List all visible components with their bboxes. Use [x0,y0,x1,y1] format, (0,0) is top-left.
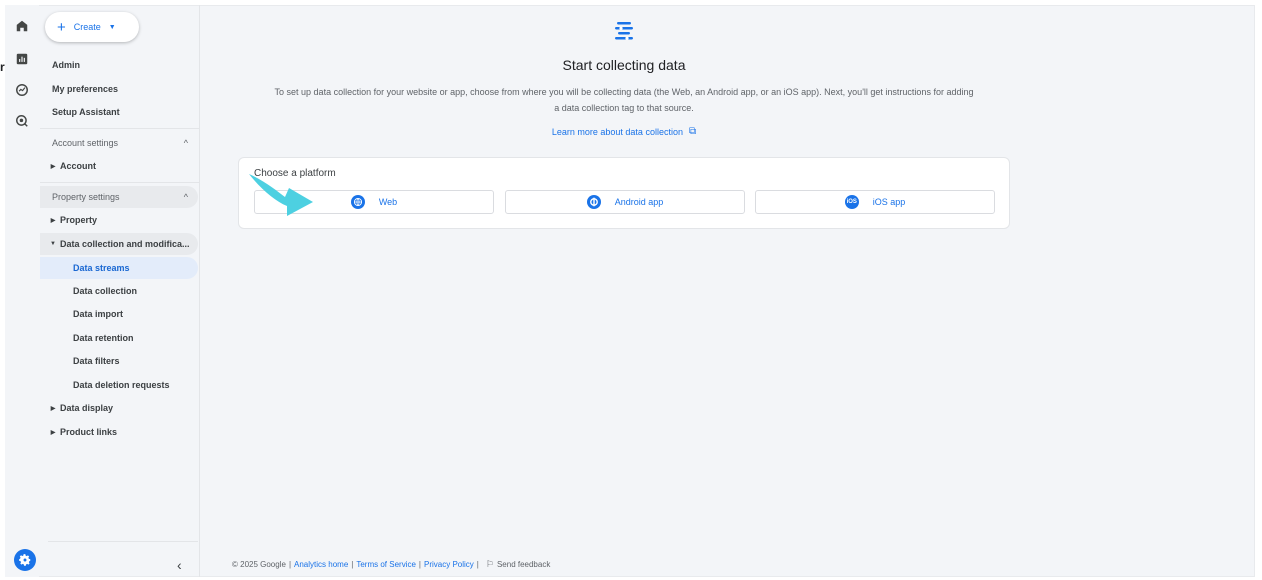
create-button[interactable]: + Create ▼ [45,12,139,42]
feedback-icon: ⚐ [485,559,494,569]
android-icon [586,195,601,209]
learn-more-link[interactable]: Learn more about data collection ⧉ [201,126,1047,137]
nav-item-data-collection-modification[interactable]: ▼ Data collection and modifica... [40,233,198,255]
page-footer: © 2025 Google | Analytics home | Terms o… [232,559,550,570]
ios-platform-label: iOS app [872,197,906,207]
send-feedback-link[interactable]: Send feedback [497,560,550,569]
caret-right-icon: ▶ [50,163,56,170]
caret-right-icon: ▶ [50,405,56,412]
footer-separator: | [418,560,421,569]
divider [40,182,200,183]
divider [48,541,198,542]
learn-more-label: Learn more about data collection [551,126,683,137]
web-platform-label: Web [378,197,398,207]
android-platform-button[interactable]: Android app [505,190,745,214]
choose-platform-card: Choose a platform Web Android app iOS iO… [238,157,1010,229]
page-title: Start collecting data [562,57,686,73]
advertising-icon[interactable] [14,113,30,129]
property-settings-label: Property settings [52,192,120,202]
privacy-policy-link[interactable]: Privacy Policy [424,560,474,569]
caret-down-icon: ▼ [50,241,56,247]
clipped-text: r [0,60,5,74]
create-label: Create [73,22,101,32]
nav-item-data-deletion-requests[interactable]: Data deletion requests [73,380,170,390]
gear-icon [19,554,31,566]
left-rail [5,5,39,577]
nav-item-account-label: Account [60,161,96,171]
chevron-up-icon: ^ [183,138,188,148]
nav-item-data-display[interactable]: ▶ Data display [46,403,113,413]
nav-item-product-links-label: Product links [60,427,118,437]
footer-separator: | [351,560,354,569]
external-link-icon: ⧉ [688,126,697,137]
admin-nav: + Create ▼ Admin My preferences Setup As… [40,5,200,577]
caret-right-icon: ▶ [50,217,56,224]
ios-icon: iOS [844,195,859,209]
nav-item-my-preferences[interactable]: My preferences [52,84,118,94]
nav-item-data-display-label: Data display [60,403,114,413]
nav-item-data-filters[interactable]: Data filters [73,356,120,366]
globe-icon [350,195,365,209]
nav-item-data-collection[interactable]: Data collection [73,286,137,296]
nav-item-property[interactable]: ▶ Property [46,215,97,225]
analytics-home-link[interactable]: Analytics home [294,560,348,569]
divider [40,128,200,129]
nav-item-data-import[interactable]: Data import [73,309,123,319]
android-platform-label: Android app [614,197,664,207]
ios-platform-button[interactable]: iOS iOS app [755,190,995,214]
caret-right-icon: ▶ [50,429,56,436]
chevron-up-icon: ^ [183,192,188,202]
footer-separator: | [476,560,479,569]
explore-icon[interactable] [14,82,30,98]
caret-down-icon: ▼ [108,23,116,31]
nav-item-product-links[interactable]: ▶ Product links [46,427,117,437]
nav-item-data-collection-modification-label: Data collection and modifica... [60,239,190,249]
property-settings-group[interactable]: Property settings ^ [40,186,198,208]
main-content: Start collecting data To set up data col… [201,5,1255,577]
nav-item-account[interactable]: ▶ Account [46,161,96,171]
terms-of-service-link[interactable]: Terms of Service [356,560,416,569]
nav-item-data-streams[interactable]: Data streams [40,257,198,279]
data-streams-icon [615,22,633,40]
nav-item-data-retention[interactable]: Data retention [73,333,134,343]
highlight-arrow-icon [249,174,313,216]
home-icon[interactable] [14,18,30,34]
account-settings-label: Account settings [52,138,119,148]
copyright-text: © 2025 Google [232,560,286,569]
collapse-nav-button[interactable]: ‹ [177,557,182,573]
account-settings-group[interactable]: Account settings ^ [40,132,198,154]
footer-separator: | [288,560,292,569]
admin-settings-button[interactable] [14,549,36,571]
reports-icon[interactable] [14,51,30,67]
plus-icon: + [57,18,66,36]
nav-item-admin[interactable]: Admin [52,60,80,70]
nav-item-setup-assistant[interactable]: Setup Assistant [52,107,120,117]
nav-item-property-label: Property [60,215,98,225]
page-description: To set up data collection for your websi… [274,87,974,113]
